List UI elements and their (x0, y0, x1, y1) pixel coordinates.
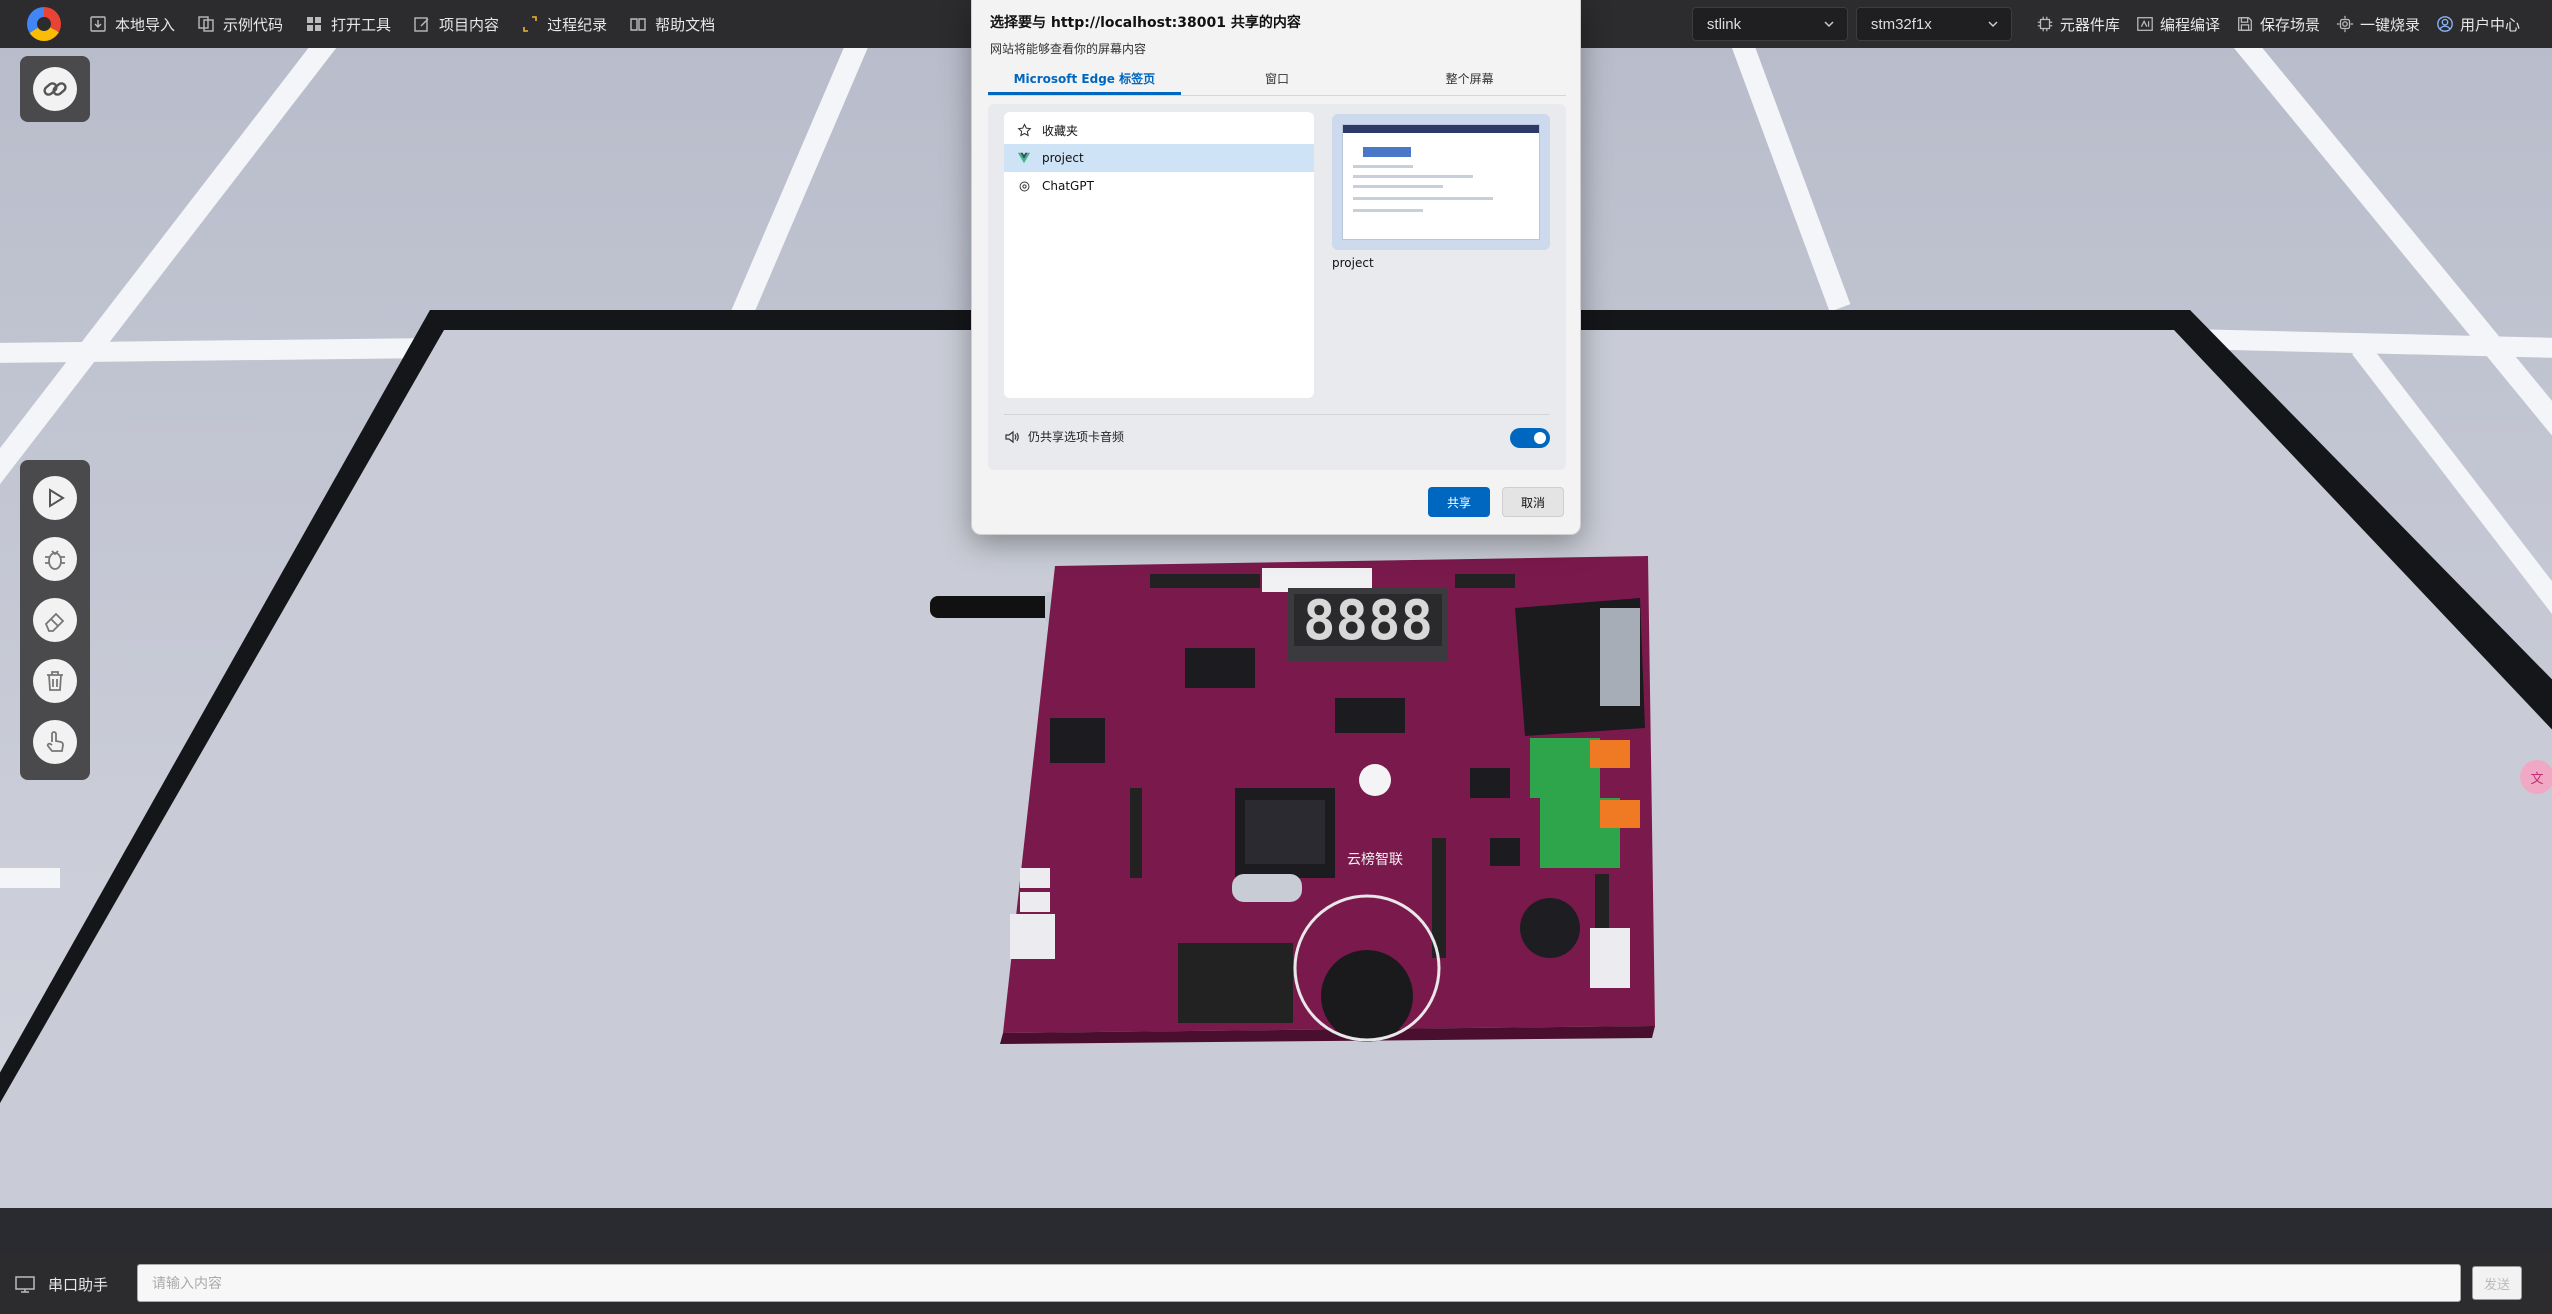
programmer-select[interactable]: stlink (1691, 7, 1848, 41)
list-item-favorites[interactable]: 收藏夹 (1004, 116, 1314, 144)
translate-icon[interactable]: 文 (2520, 760, 2552, 794)
code-copy-icon (197, 15, 215, 33)
screen-share-dialog: 选择要与 http://localhost:38001 共享的内容 网站将能够查… (971, 0, 1581, 535)
import-icon (89, 15, 107, 33)
grid-icon (305, 15, 323, 33)
play-icon (49, 488, 65, 509)
list-item-label: project (1042, 151, 1084, 165)
preview-label: project (1332, 256, 1374, 270)
chip-icon (2036, 15, 2054, 33)
tab-window[interactable]: 窗口 (1181, 66, 1374, 95)
debug-button[interactable] (33, 537, 77, 582)
share-tabs: Microsoft Edge 标签页 窗口 整个屏幕 (988, 66, 1566, 96)
serial-input[interactable] (137, 1264, 2461, 1302)
delete-button[interactable] (33, 658, 77, 703)
board-brand-label: 云榜智联 (1347, 851, 1403, 868)
chip-select-value: stm32f1x (1870, 15, 1932, 33)
dialog-title: 选择要与 http://localhost:38001 共享的内容 (990, 15, 1301, 31)
link-icon (33, 67, 77, 111)
tool-label: 用户中心 (2459, 16, 2520, 34)
chevron-down-icon (1824, 21, 1834, 28)
tab-entire-screen[interactable]: 整个屏幕 (1373, 66, 1566, 95)
tab-edge-tabs[interactable]: Microsoft Edge 标签页 (988, 66, 1181, 95)
tool-label: 元器件库 (2059, 16, 2120, 34)
cancel-button[interactable]: 取消 (1502, 487, 1564, 517)
chevron-down-icon (1988, 21, 1998, 28)
trash-icon (47, 670, 63, 691)
list-item-label: ChatGPT (1042, 179, 1094, 193)
preview-image (1342, 124, 1540, 240)
share-audio-toggle[interactable] (1510, 428, 1550, 448)
nav-example-code[interactable]: 示例代码 (189, 0, 297, 48)
simulation-toolbar (20, 460, 90, 780)
send-button[interactable]: 发送 (2472, 1266, 2522, 1300)
component-library-button[interactable]: 元器件库 (2028, 0, 2128, 48)
speaker-icon (1004, 429, 1020, 445)
star-icon (1016, 122, 1032, 138)
list-item-chatgpt[interactable]: ChatGPT (1004, 172, 1314, 200)
user-center-button[interactable]: 用户中心 (2428, 0, 2528, 48)
nav-project-content[interactable]: 项目内容 (405, 0, 513, 48)
list-item-project[interactable]: project (1004, 144, 1314, 172)
tool-label: 编程编译 (2159, 16, 2220, 34)
nav-label: 本地导入 (115, 16, 176, 34)
tab-preview-thumbnail[interactable] (1332, 114, 1550, 250)
topbar-right: stlink stm32f1x 元器件库 编程编译 保存场景 一键烧录 用户中心 (1691, 0, 2528, 48)
app-logo (27, 7, 61, 41)
edit-icon (413, 15, 431, 33)
record-icon (521, 15, 539, 33)
tool-label: 保存场景 (2259, 16, 2320, 34)
hand-pointer-icon (46, 730, 64, 752)
programmer-select-value: stlink (1706, 15, 1742, 33)
audio-label: 仍共享选项卡音频 (1028, 430, 1125, 444)
compile-icon (2136, 15, 2154, 33)
share-audio-row: 仍共享选项卡音频 (1004, 414, 1550, 458)
share-panel: 收藏夹 project ChatGPT project 仍共享选项卡音频 (988, 104, 1566, 470)
serial-bar: 串口助手 发送 (0, 1254, 2552, 1314)
compile-button[interactable]: 编程编译 (2128, 0, 2228, 48)
seven-segment-display: 8888 (1303, 589, 1433, 652)
nav-label: 示例代码 (223, 16, 284, 34)
book-icon (629, 15, 647, 33)
nav-label: 项目内容 (439, 16, 500, 34)
nav-open-tools[interactable]: 打开工具 (297, 0, 405, 48)
monitor-icon (15, 1276, 35, 1293)
bug-icon (45, 550, 65, 571)
nav-process-record[interactable]: 过程纪录 (513, 0, 621, 48)
list-item-label: 收藏夹 (1042, 123, 1079, 138)
user-icon (2436, 15, 2454, 33)
run-button[interactable] (33, 476, 77, 521)
nav-label: 打开工具 (331, 16, 392, 34)
serial-label: 串口助手 (48, 1276, 109, 1294)
tab-list: 收藏夹 project ChatGPT (1004, 112, 1314, 398)
nav-local-import[interactable]: 本地导入 (81, 0, 189, 48)
nav-label: 帮助文档 (655, 16, 716, 34)
interact-button[interactable] (33, 719, 77, 764)
clear-wires-button[interactable] (33, 597, 77, 642)
tool-label: 一键烧录 (2359, 16, 2420, 34)
nav-label: 过程纪录 (547, 16, 608, 34)
save-scene-button[interactable]: 保存场景 (2228, 0, 2328, 48)
nav-help-docs[interactable]: 帮助文档 (621, 0, 729, 48)
share-button[interactable]: 共享 (1428, 487, 1490, 517)
eraser-icon (44, 612, 65, 632)
chip-select[interactable]: stm32f1x (1855, 7, 2012, 41)
vue-icon (1016, 150, 1032, 166)
gear-icon (2336, 15, 2354, 33)
link-button[interactable] (20, 56, 90, 122)
dialog-subtitle: 网站将能够查看你的屏幕内容 (990, 42, 1147, 56)
chatgpt-icon (1016, 178, 1032, 194)
serial-assistant-button[interactable]: 串口助手 (14, 1273, 136, 1295)
one-click-flash-button[interactable]: 一键烧录 (2328, 0, 2428, 48)
save-icon (2236, 15, 2254, 33)
